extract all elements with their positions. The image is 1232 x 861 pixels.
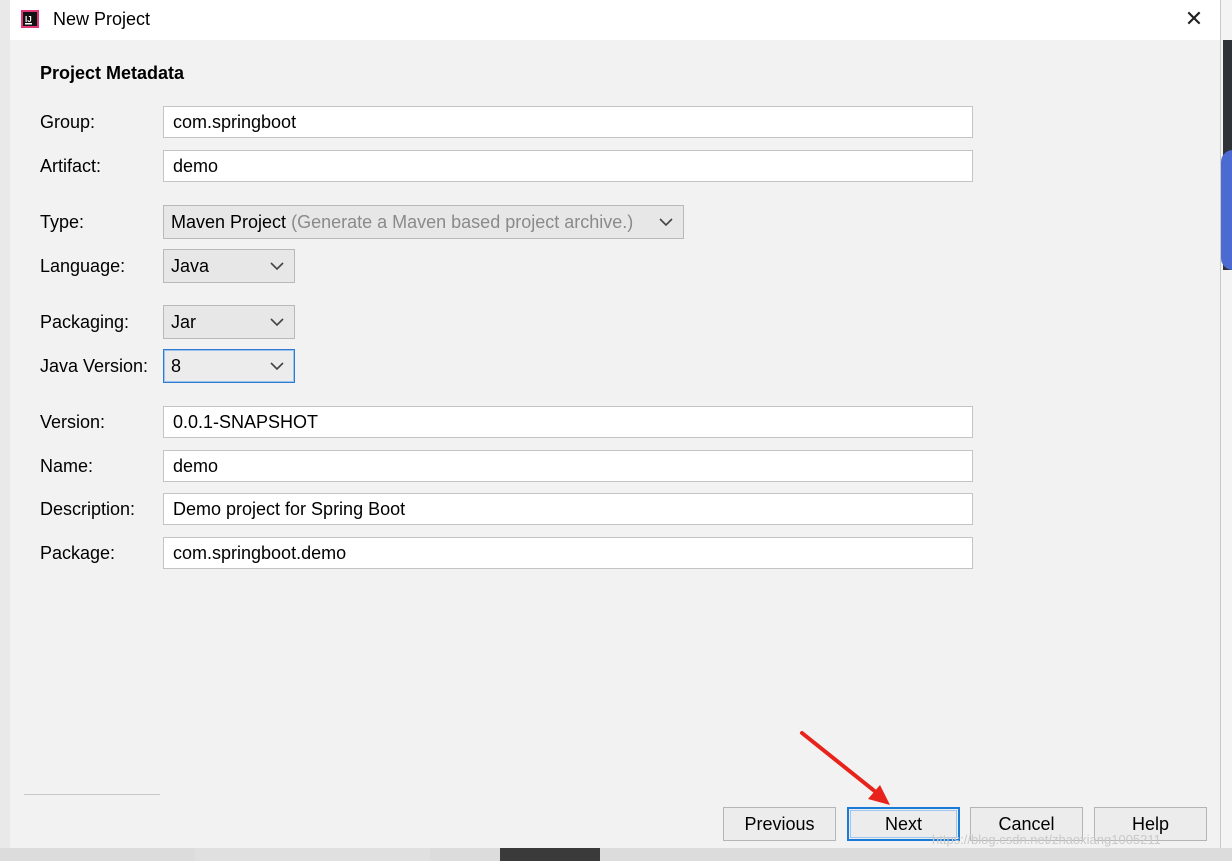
version-label: Version: (40, 412, 106, 432)
packaging-label: Packaging: (40, 312, 130, 332)
type-label: Type: (40, 212, 85, 232)
java-version-label: Java Version: (40, 356, 149, 376)
java-version-selected-value: 8 (171, 356, 182, 376)
intellij-app-icon: IJ (21, 10, 39, 28)
name-label: Name: (40, 456, 94, 476)
packaging-select[interactable]: Jar (163, 305, 295, 339)
svg-text:IJ: IJ (25, 15, 32, 24)
annotation-arrow-icon (800, 731, 890, 805)
divider (24, 794, 160, 795)
language-select[interactable]: Java (163, 249, 295, 283)
language-selected-value: Java (171, 256, 210, 276)
chevron-down-icon (659, 218, 673, 226)
description-field[interactable] (163, 493, 973, 525)
version-field[interactable] (163, 406, 973, 438)
chevron-down-icon (270, 318, 284, 326)
new-project-dialog: IJ New Project ✕ Project Metadata Group:… (10, 0, 1221, 848)
language-label: Language: (40, 256, 126, 276)
packaging-selected-value: Jar (171, 312, 197, 332)
group-field[interactable] (163, 106, 973, 138)
type-select[interactable]: Maven Project (Generate a Maven based pr… (163, 205, 684, 239)
description-label: Description: (40, 499, 136, 519)
package-field[interactable] (163, 537, 973, 569)
watermark: https://blog.csdn.net/zhaoxiang1005211 (932, 832, 1161, 847)
artifact-field[interactable] (163, 150, 973, 182)
chevron-down-icon (270, 362, 284, 370)
package-label: Package: (40, 543, 116, 563)
type-hint: (Generate a Maven based project archive.… (291, 212, 634, 232)
name-field[interactable] (163, 450, 973, 482)
section-title: Project Metadata (40, 63, 185, 83)
background-window-right (1220, 0, 1232, 861)
java-version-select[interactable]: 8 (163, 349, 295, 383)
dialog-title: New Project (53, 9, 151, 29)
close-icon[interactable]: ✕ (1181, 6, 1207, 32)
title-bar: IJ New Project ✕ (10, 0, 1220, 40)
group-label: Group: (40, 112, 96, 132)
chevron-down-icon (270, 262, 284, 270)
artifact-label: Artifact: (40, 156, 102, 176)
background-taskbar-strip (0, 848, 1232, 861)
type-selected-value: Maven Project (171, 212, 287, 232)
